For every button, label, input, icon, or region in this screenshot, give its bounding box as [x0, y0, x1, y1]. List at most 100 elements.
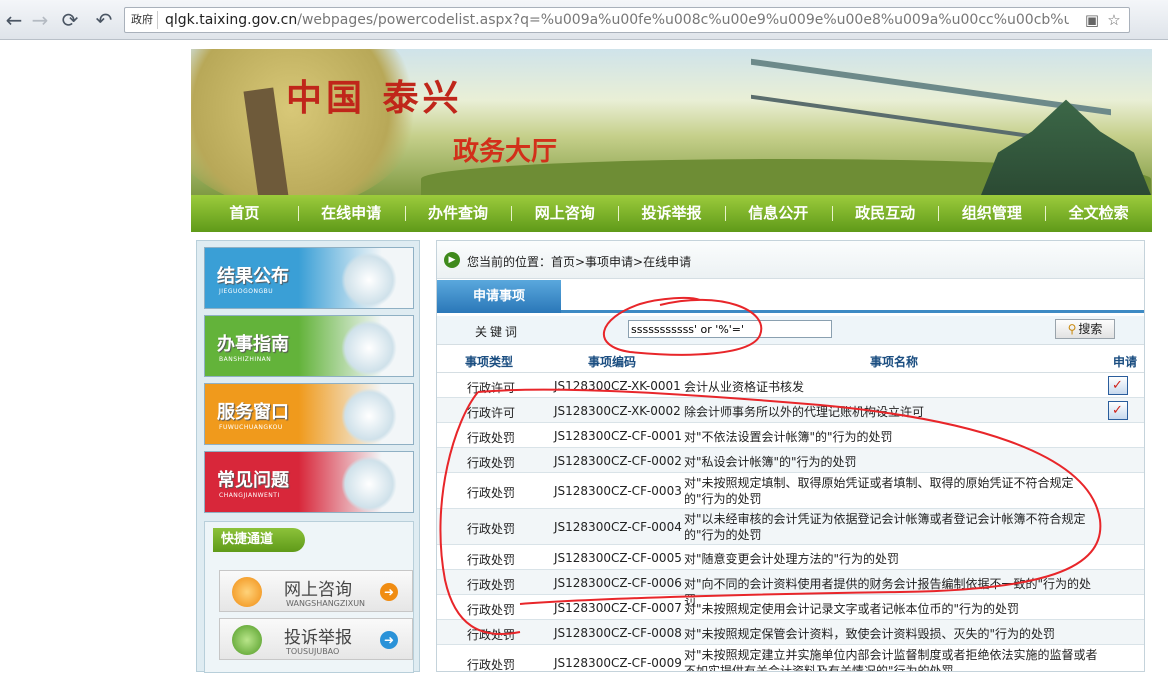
- service-staff-icon: [341, 388, 397, 444]
- item-name[interactable]: 对"以未经审核的会计凭证为依据登记会计帐簿或者登记会计帐簿不符合规定的"行为的处…: [684, 511, 1102, 543]
- person-icon: [232, 625, 262, 655]
- globe-person-icon: [341, 252, 397, 308]
- item-name[interactable]: 对"随意变更会计处理方法的"行为的处罚: [684, 551, 1102, 567]
- promo-subtitle: JIEGUOGONGBU: [219, 288, 274, 295]
- main-panel: ▶ 您当前的位置：首页>事项申请>在线申请 申请事项 关键词 ⚲搜索 事项类型 …: [436, 240, 1145, 672]
- forward-arrow-icon[interactable]: →: [28, 8, 52, 32]
- apply-edit-icon[interactable]: ✓: [1108, 376, 1128, 395]
- keyword-label: 关键词: [475, 325, 521, 339]
- reload-icon[interactable]: ⟳: [58, 8, 82, 32]
- item-name[interactable]: 对"未按照规定建立并实施单位内部会计监督制度或者拒绝依法实施的监督或者不如实提供…: [684, 647, 1102, 671]
- table-row: 行政处罚 JS128300CZ-CF-0002 对"私设会计帐簿"的"行为的处罚: [437, 448, 1144, 473]
- items-table: 行政许可 JS128300CZ-XK-0001 会计从业资格证书核发 ✓ 行政许可 JS1…: [437, 373, 1144, 672]
- apply-edit-icon[interactable]: ✓: [1108, 401, 1128, 420]
- item-name[interactable]: 除会计师事务所以外的代理记账机构设立许可: [684, 404, 1102, 420]
- nav-item-consult[interactable]: 网上咨询: [511, 195, 618, 232]
- item-name[interactable]: 会计从业资格证书核发: [684, 379, 1102, 395]
- nav-item-case-query[interactable]: 办件查询: [404, 195, 512, 232]
- item-name[interactable]: 对"未按照规定使用会计记录文字或者记帐本位币的"行为的处罚: [684, 601, 1102, 617]
- item-type: 行政处罚: [467, 628, 516, 642]
- undo-icon[interactable]: ↶: [92, 8, 116, 32]
- breadcrumb-bar: ▶ 您当前的位置：首页>事项申请>在线申请: [437, 241, 1144, 279]
- column-header-apply: 申请: [1113, 355, 1138, 369]
- column-header-code: 事项编码: [588, 355, 637, 369]
- star-icon[interactable]: ☆: [1105, 11, 1123, 29]
- nav-item-online-apply[interactable]: 在线申请: [297, 195, 405, 232]
- promo-guide[interactable]: 办事指南 BANSHIZHINAN: [204, 315, 414, 377]
- promo-service-window[interactable]: 服务窗口 FUWUCHUANGKOU: [204, 383, 414, 445]
- monitor-icon: [232, 577, 262, 607]
- item-type: 行政许可: [467, 406, 516, 420]
- quick-links-panel: 快捷通道 网上咨询 WANGSHANGZIXUN ➜ 投诉举报 TOUSUJUB…: [204, 521, 414, 673]
- item-type: 行政许可: [467, 381, 516, 395]
- url-path: /webpages/powercodelist.aspx?q=%u009a%u0…: [297, 12, 1069, 28]
- search-row: 关键词 ⚲搜索: [437, 316, 1144, 345]
- nav-item-home[interactable]: 首页: [191, 195, 298, 232]
- table-row: 行政处罚 JS128300CZ-CF-0005 对"随意变更会计处理方法的"行为的处…: [437, 545, 1144, 570]
- keyword-input[interactable]: [628, 320, 832, 338]
- column-header-type: 事项类型: [465, 355, 514, 369]
- promo-title: 办事指南: [217, 334, 289, 355]
- item-name[interactable]: 对"不依法设置会计帐簿"的"行为的处罚: [684, 429, 1102, 445]
- quick-link-title: 网上咨询: [284, 580, 352, 600]
- item-code: JS128300CZ-CF-0002: [554, 454, 682, 468]
- page-icon[interactable]: ▣: [1083, 11, 1101, 29]
- tab-bar: 申请事项: [437, 279, 1144, 313]
- site-tag: 政府: [127, 11, 158, 29]
- item-type: 行政处罚: [467, 553, 516, 567]
- sidebar: 结果公布 JIEGUOGONGBU 办事指南 BANSHIZHINAN 服务窗口…: [196, 240, 420, 673]
- item-type: 行政处罚: [467, 486, 516, 500]
- table-row: 行政许可 JS128300CZ-XK-0002 除会计师事务所以外的代理记账机构设立…: [437, 398, 1144, 423]
- tab-apply-items[interactable]: 申请事项: [437, 280, 561, 313]
- browser-toolbar: ← → ⟳ ↶ 政府 qlgk.taixing.gov.cn/webpages/…: [0, 0, 1168, 40]
- promo-subtitle: CHANGJIANWENTI: [219, 492, 280, 499]
- breadcrumb: 您当前的位置：首页>事项申请>在线申请: [467, 255, 692, 269]
- search-button[interactable]: ⚲ 搜索: [1055, 319, 1115, 339]
- site-banner: 中国 泰兴 政务大厅: [191, 49, 1152, 195]
- url-text[interactable]: qlgk.taixing.gov.cn/webpages/powercodeli…: [165, 11, 1069, 29]
- item-code: JS128300CZ-XK-0001: [554, 379, 681, 393]
- promo-title: 结果公布: [217, 266, 289, 287]
- quick-link-consult[interactable]: 网上咨询 WANGSHANGZIXUN ➜: [219, 570, 413, 612]
- table-row: 行政处罚 JS128300CZ-CF-0006 对"向不同的会计资料使用者提供的财务…: [437, 570, 1144, 607]
- quick-links-header: 快捷通道: [213, 528, 305, 552]
- item-name[interactable]: 对"私设会计帐簿"的"行为的处罚: [684, 454, 1102, 470]
- item-code: JS128300CZ-CF-0007: [554, 601, 682, 615]
- item-type: 行政处罚: [467, 456, 516, 470]
- quick-link-title: 投诉举报: [284, 628, 352, 648]
- table-row: 行政处罚 JS128300CZ-CF-0009 对"未按照规定建立并实施单位内部会计…: [437, 645, 1144, 672]
- promo-subtitle: FUWUCHUANGKOU: [219, 424, 283, 431]
- promo-faq[interactable]: 常见问题 CHANGJIANWENTI: [204, 451, 414, 513]
- nav-item-complaint[interactable]: 投诉举报: [618, 195, 725, 232]
- nav-item-info-public[interactable]: 信息公开: [724, 195, 832, 232]
- item-code: JS128300CZ-CF-0006: [554, 576, 682, 590]
- item-type: 行政处罚: [467, 603, 516, 617]
- table-row: 行政处罚 JS128300CZ-CF-0003 对"未按照规定填制、取得原始凭证或者…: [437, 473, 1144, 509]
- table-row: 行政处罚 JS128300CZ-CF-0001 对"不依法设置会计帐簿"的"行为的处…: [437, 423, 1144, 448]
- item-code: JS128300CZ-CF-0003: [554, 484, 682, 498]
- nav-item-interaction[interactable]: 政民互动: [831, 195, 939, 232]
- table-row: 行政处罚 JS128300CZ-CF-0007 对"未按照规定使用会计记录文字或者记…: [437, 595, 1144, 620]
- nav-item-org[interactable]: 组织管理: [938, 195, 1045, 232]
- table-row: 行政许可 JS128300CZ-XK-0001 会计从业资格证书核发 ✓: [437, 373, 1144, 398]
- item-code: JS128300CZ-CF-0001: [554, 429, 682, 443]
- item-type: 行政处罚: [467, 658, 516, 672]
- play-icon: ▶: [444, 252, 460, 268]
- table-row: 行政处罚 JS128300CZ-CF-0008 对"未按照规定保管会计资料，致使会计…: [437, 620, 1144, 645]
- promo-results[interactable]: 结果公布 JIEGUOGONGBU: [204, 247, 414, 309]
- search-icon: ⚲: [1067, 322, 1077, 336]
- quick-link-subtitle: TOUSUJUBAO: [286, 647, 340, 656]
- magnifier-icon: [341, 456, 397, 512]
- url-host: qlgk.taixing.gov.cn: [165, 12, 298, 28]
- item-code: JS128300CZ-CF-0009: [554, 656, 682, 670]
- back-arrow-icon[interactable]: ←: [2, 8, 26, 32]
- quick-link-complaint[interactable]: 投诉举报 TOUSUJUBAO ➜: [219, 618, 413, 660]
- nav-item-fulltext-search[interactable]: 全文检索: [1045, 195, 1152, 232]
- quick-link-subtitle: WANGSHANGZIXUN: [286, 599, 366, 608]
- item-code: JS128300CZ-CF-0004: [554, 520, 682, 534]
- search-button-label: 搜索: [1078, 322, 1103, 336]
- address-bar[interactable]: 政府 qlgk.taixing.gov.cn/webpages/powercod…: [124, 7, 1130, 33]
- arrow-right-icon: ➜: [380, 583, 398, 601]
- item-name[interactable]: 对"未按照规定保管会计资料，致使会计资料毁损、灭失的"行为的处罚: [684, 626, 1102, 642]
- item-name[interactable]: 对"未按照规定填制、取得原始凭证或者填制、取得的原始凭证不符合规定的"行为的处罚: [684, 475, 1102, 507]
